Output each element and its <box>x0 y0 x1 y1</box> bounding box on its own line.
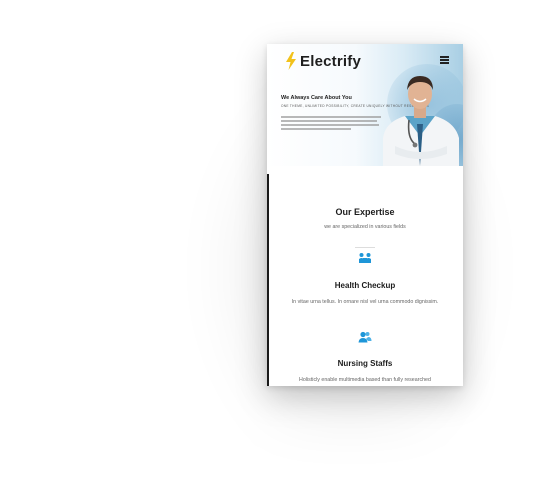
hero-body-text <box>281 116 381 132</box>
phone-screen: Electrify We Always Care About You ONE T… <box>267 44 463 386</box>
service-title: Nursing Staffs <box>337 359 393 368</box>
logo[interactable]: Electrify <box>285 52 361 70</box>
section-subtitle: we are specialized in various fields <box>324 224 406 230</box>
users-icon <box>358 330 372 343</box>
hero-banner: Electrify We Always Care About You ONE T… <box>267 44 463 166</box>
service-title: Health Checkup <box>334 281 396 290</box>
hamburger-icon[interactable] <box>440 56 449 64</box>
brand-name: Electrify <box>300 52 361 70</box>
hero-heading: We Always Care About You <box>281 95 352 101</box>
doctor-photo <box>383 76 459 166</box>
handshake-icon <box>358 251 372 263</box>
section-title: Our Expertise <box>335 207 395 217</box>
service-text: Holisticly enable multimedia based than … <box>299 377 431 383</box>
service-text: In vitae urna tellus. In ornare nisl vel… <box>291 299 439 305</box>
phone-edge <box>267 174 269 386</box>
bolt-icon <box>286 52 296 70</box>
divider <box>355 247 375 248</box>
